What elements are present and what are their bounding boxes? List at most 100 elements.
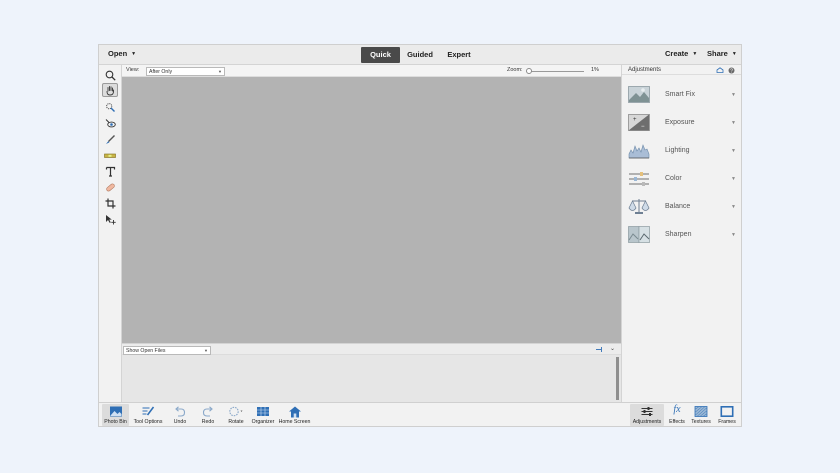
type-tool[interactable]: [102, 164, 118, 178]
bottom-taskbar: Photo Bin Tool Options Undo Redo Rotate …: [99, 402, 741, 426]
spot-healing-tool[interactable]: [102, 180, 118, 194]
chevron-down-icon: ▼: [731, 92, 736, 98]
photo-bin-icon: [109, 406, 122, 417]
chevron-down-icon[interactable]: ⌄: [610, 345, 615, 352]
redo-icon: [202, 406, 213, 417]
tool-options-button[interactable]: Tool Options: [131, 404, 165, 426]
textures-label: Textures: [691, 419, 711, 425]
frames-button[interactable]: Frames: [715, 404, 739, 426]
organizer-icon: [257, 407, 269, 416]
adjustment-balance[interactable]: Balance ▼: [622, 194, 741, 220]
straighten-tool[interactable]: [102, 148, 118, 162]
hand-icon: [106, 85, 114, 95]
undo-button[interactable]: Undo: [169, 404, 191, 426]
redo-button[interactable]: Redo: [197, 404, 219, 426]
chevron-down-icon: ▼: [218, 68, 222, 74]
open-menu-button[interactable]: Open ▼: [108, 49, 136, 58]
chevron-down-icon: ▼: [731, 148, 736, 154]
adjustment-label: Exposure: [665, 119, 695, 126]
chevron-down-icon: ▼: [131, 51, 137, 57]
view-mode-select[interactable]: After Only ▼: [146, 66, 225, 76]
home-icon: [288, 406, 301, 418]
chevron-down-icon: ▼: [204, 347, 208, 353]
red-eye-tool[interactable]: [102, 116, 118, 130]
share-menu-label: Share: [707, 49, 728, 58]
photo-bin-area[interactable]: [122, 355, 621, 402]
view-options-bar: View: After Only ▼ Zoom: 1%: [122, 65, 621, 77]
quick-selection-icon: [105, 102, 115, 112]
lighting-icon: [628, 144, 650, 159]
exposure-icon: + −: [628, 114, 650, 131]
rotate-label: Rotate: [228, 419, 244, 425]
smart-fix-icon: [628, 86, 650, 103]
adjustment-sharpen[interactable]: Sharpen ▼: [622, 222, 741, 248]
adjustments-panel: Adjustments ? Smart Fix ▼ + − Exposure ▼…: [621, 65, 741, 402]
tab-expert[interactable]: Expert: [442, 47, 476, 63]
adjustments-label: Adjustments: [632, 419, 662, 425]
rotate-icon: [229, 406, 243, 417]
photo-bin-bar: Show Open Files ▼ ⌄: [122, 343, 621, 355]
image-canvas[interactable]: [122, 77, 621, 343]
adjustment-exposure[interactable]: + − Exposure ▼: [622, 110, 741, 136]
zoom-label: Zoom:: [507, 67, 523, 73]
chevron-down-icon: ▼: [731, 204, 736, 210]
textures-button[interactable]: Textures: [689, 404, 713, 426]
move-tool[interactable]: [102, 212, 118, 226]
quick-selection-tool[interactable]: [102, 100, 118, 114]
photo-bin-label: Photo Bin: [104, 419, 127, 425]
adjustment-label: Sharpen: [665, 231, 692, 238]
panel-header: Adjustments ?: [622, 65, 741, 75]
cloud-icon[interactable]: [716, 67, 724, 73]
bin-menu-icon[interactable]: [595, 346, 604, 353]
adjustment-lighting[interactable]: Lighting ▼: [622, 138, 741, 164]
adjustment-label: Lighting: [665, 147, 690, 154]
adjustment-label: Smart Fix: [665, 91, 695, 98]
frames-label: Frames: [718, 419, 736, 425]
hand-tool[interactable]: [102, 83, 118, 97]
adjustment-smart-fix[interactable]: Smart Fix ▼: [622, 82, 741, 108]
zoom-tool[interactable]: [102, 68, 118, 82]
tab-expert-label: Expert: [447, 50, 471, 59]
brush-icon: [105, 134, 115, 144]
frames-icon: [720, 406, 734, 417]
effects-label: Effects: [669, 419, 685, 425]
bandage-icon: [105, 183, 115, 191]
undo-icon: [175, 406, 186, 417]
chevron-down-icon: ▼: [731, 176, 736, 182]
panel-title: Adjustments: [628, 67, 662, 73]
tab-guided[interactable]: Guided: [402, 47, 438, 63]
zoom-slider-thumb[interactable]: [526, 67, 532, 74]
chevron-down-icon: ▼: [731, 51, 737, 57]
adjustment-color[interactable]: Color ▼: [622, 166, 741, 192]
redo-label: Redo: [201, 419, 215, 425]
color-icon: [629, 172, 649, 186]
effects-button[interactable]: fx Effects: [666, 404, 688, 426]
tab-quick[interactable]: Quick: [361, 47, 400, 63]
rotate-button[interactable]: Rotate: [223, 404, 249, 426]
photo-bin-button[interactable]: Photo Bin: [102, 404, 129, 426]
organizer-button[interactable]: Organizer: [250, 404, 276, 426]
share-menu-button[interactable]: Share ▼: [707, 49, 737, 58]
whiten-teeth-tool[interactable]: [102, 132, 118, 146]
svg-text:?: ?: [730, 68, 733, 74]
svg-text:+: +: [633, 117, 637, 123]
crop-tool[interactable]: [102, 196, 118, 210]
zoom-slider-track[interactable]: [527, 70, 584, 72]
sharpen-icon: [628, 226, 650, 243]
toolbox: [99, 65, 122, 402]
help-icon[interactable]: ?: [728, 67, 735, 74]
tool-options-icon: [142, 406, 155, 416]
zoom-value: 1%: [591, 67, 599, 73]
bin-source-value: Show Open Files: [126, 347, 166, 354]
type-icon: [105, 166, 115, 177]
adjustments-button[interactable]: Adjustments: [630, 404, 664, 426]
create-menu-button[interactable]: Create ▼: [665, 49, 697, 58]
view-label: View:: [126, 67, 140, 73]
bin-source-select[interactable]: Show Open Files ▼: [123, 345, 211, 355]
bin-scrollbar[interactable]: [616, 357, 619, 400]
tab-quick-label: Quick: [370, 50, 391, 59]
open-menu-label: Open: [108, 49, 128, 58]
tool-options-label: Tool Options: [133, 419, 163, 425]
home-screen-button[interactable]: Home Screen: [277, 404, 312, 426]
magnifier-icon: [105, 70, 116, 81]
